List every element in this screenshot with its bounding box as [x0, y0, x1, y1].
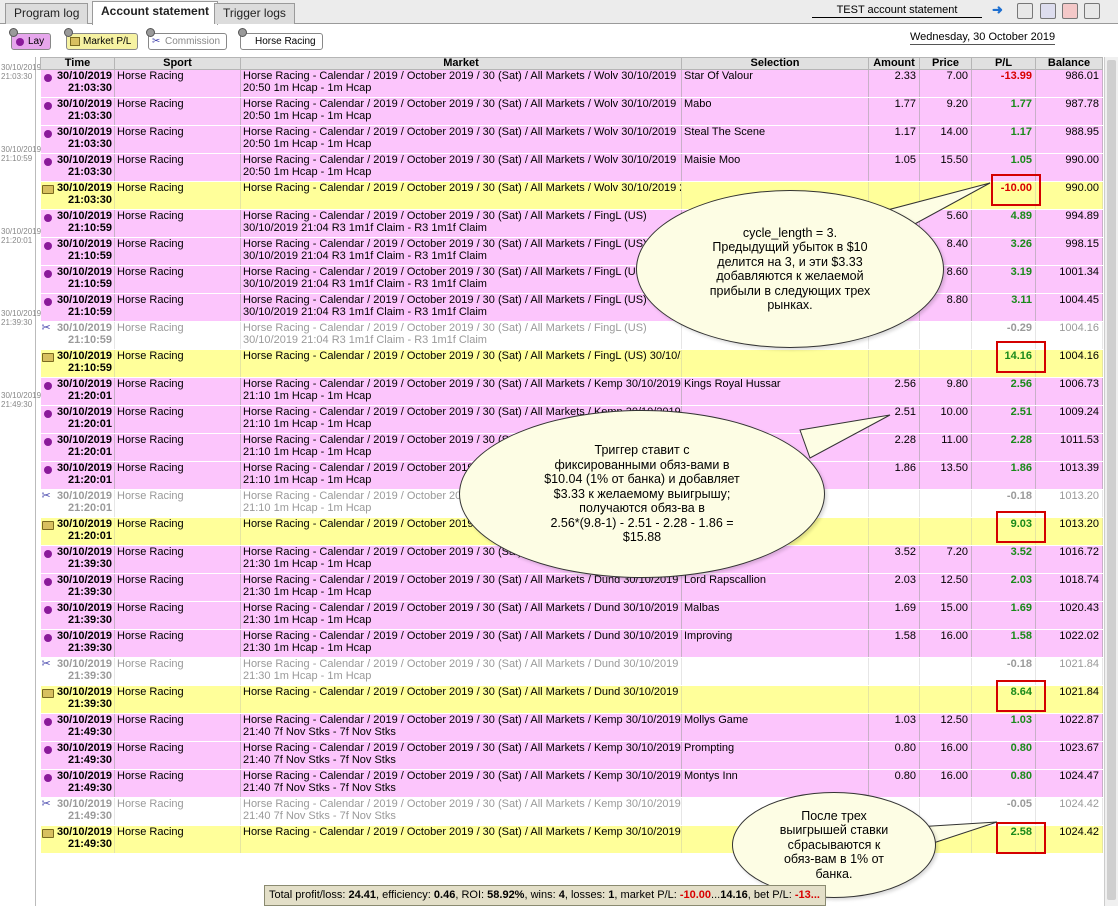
market-pl-label: market P/L: — [620, 889, 677, 901]
wins-label: wins: — [530, 889, 556, 901]
market-pl-max: 14.16 — [720, 889, 748, 901]
callout-trigger-stake: Триггер ставит с фиксированными обяз-вами… — [459, 410, 825, 578]
total-pl-value: 24.41 — [348, 889, 377, 901]
market-pl-min: -10.00 — [679, 889, 712, 901]
bet-pl-label: bet P/L: — [753, 889, 792, 901]
callout-reset: После трех выигрышей ставки сбрасываются … — [732, 792, 936, 898]
market-pl-separator: ... — [711, 889, 721, 901]
losses-value: 1 — [608, 889, 615, 901]
efficiency-value: 0.46 — [433, 889, 456, 901]
vertical-scrollbar[interactable] — [1104, 57, 1118, 906]
roi-label: ROI: — [461, 889, 485, 901]
summary-status-bar: Total profit/loss: 24.41, efficiency: 0.… — [264, 885, 826, 906]
roi-value: 58.92% — [487, 889, 525, 901]
efficiency-label: efficiency: — [382, 889, 431, 901]
total-pl-label: Total profit/loss: — [269, 889, 346, 901]
callout-pointer — [799, 414, 891, 459]
losses-label: losses: — [570, 889, 606, 901]
callout-cycle-length: cycle_length = 3. Предыдущий убыток в $1… — [636, 190, 944, 348]
wins-value: 4 — [558, 889, 565, 901]
bet-pl-value: -13... — [794, 889, 820, 901]
scrollbar-thumb[interactable] — [1107, 60, 1116, 900]
